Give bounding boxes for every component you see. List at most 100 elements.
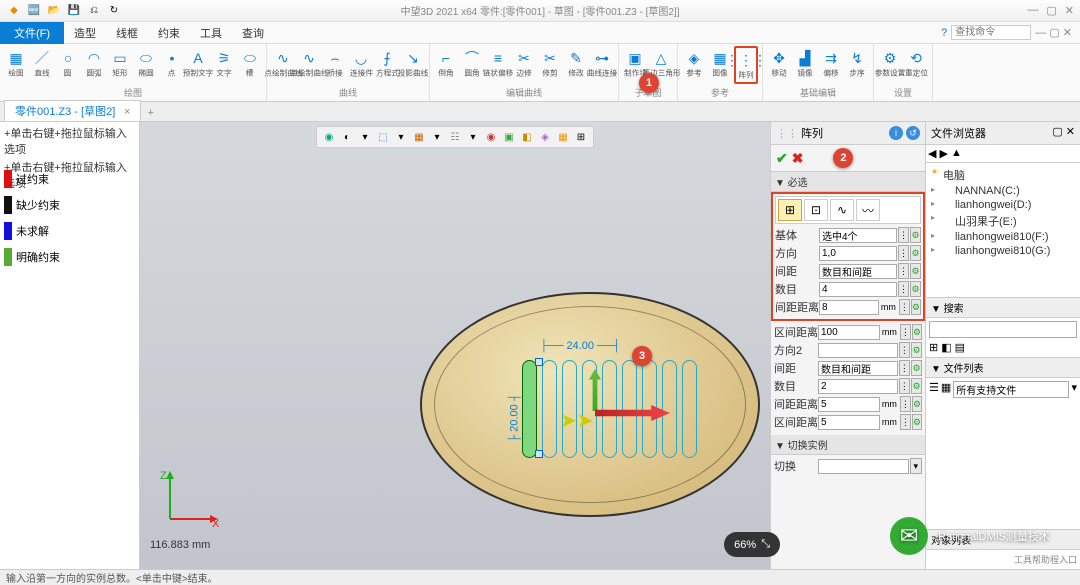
section-instances[interactable]: ▼ 切换实例	[771, 435, 925, 455]
spinner-icon[interactable]: ⋮	[899, 378, 910, 394]
minimize-button[interactable]: —	[1027, 4, 1038, 17]
nav-fwd-icon[interactable]: ▶	[939, 147, 947, 160]
spinner-icon[interactable]: ⋮	[898, 227, 909, 243]
ok-button[interactable]: ✔	[776, 150, 788, 167]
dimension-horizontal[interactable]: ├── 24.00 ──┤	[540, 340, 620, 352]
spinner-icon[interactable]: ⋮	[899, 342, 910, 358]
help-icon[interactable]: ?	[941, 27, 947, 39]
grip-icon[interactable]: ⋮⋮	[776, 127, 798, 140]
slot-instance[interactable]	[682, 360, 697, 458]
close-button[interactable]: ✕	[1065, 4, 1074, 17]
field-区间距离[interactable]	[818, 415, 880, 430]
qat-new2[interactable]: 🆕	[26, 3, 42, 19]
dropdown-icon[interactable]: ▾	[910, 458, 922, 474]
file-menu[interactable]: 文件(F)	[0, 22, 64, 44]
direction-arrow-y[interactable]: ➤➤	[560, 408, 594, 433]
vp-tool[interactable]: ▣	[501, 129, 517, 145]
ribbon-阵列[interactable]: ⋮⋮⋮阵列	[734, 46, 758, 84]
add-tab-icon[interactable]: +	[141, 105, 159, 121]
search-input[interactable]	[929, 321, 1077, 338]
slot-pattern[interactable]	[522, 354, 722, 464]
qat-redo[interactable]: ↻	[106, 3, 122, 19]
ribbon-倒角[interactable]: ⌐倒角	[434, 46, 458, 84]
field-基体[interactable]	[819, 228, 897, 243]
nav-up-icon[interactable]: ▲	[951, 147, 962, 160]
tree-row[interactable]: +单击右键+拖拉鼠标输入选项	[2, 124, 137, 158]
tab-inquiry[interactable]: 查询	[232, 22, 274, 44]
ribbon-文字[interactable]: ⚞文字	[212, 46, 236, 84]
ribbon-矩形[interactable]: ▭矩形	[108, 46, 132, 84]
ribbon-修改[interactable]: ✎修改	[564, 46, 588, 84]
dropdown-icon[interactable]: ⚙	[912, 396, 922, 412]
folder-node[interactable]: NANNAN(C:)	[929, 184, 1077, 198]
close-tab-icon[interactable]: ×	[124, 106, 130, 118]
search-opt-icon[interactable]: ⊞	[929, 341, 938, 354]
search-section[interactable]: ▼ 搜索	[926, 297, 1080, 318]
vp-tool[interactable]: ◈	[537, 129, 553, 145]
dropdown-icon[interactable]: ⚙	[910, 263, 921, 279]
tree-root[interactable]: 电脑	[929, 166, 1077, 184]
vp-tool[interactable]: ⬚	[375, 129, 391, 145]
field-方向[interactable]	[819, 246, 897, 261]
field-间距[interactable]	[819, 264, 897, 279]
field-方向2[interactable]	[818, 343, 898, 358]
dropdown-icon[interactable]: ▾	[1071, 381, 1077, 398]
slot-instance[interactable]	[542, 360, 557, 458]
filelist-section[interactable]: ▼ 文件列表	[926, 357, 1080, 378]
qat-save[interactable]: 💾	[66, 3, 82, 19]
spinner-icon[interactable]: ⋮	[900, 324, 911, 340]
document-tab[interactable]: 零件001.Z3 - [草图2] ×	[4, 100, 141, 121]
window-min2[interactable]: — ▢ ✕	[1035, 26, 1072, 39]
vp-tool[interactable]: ◧	[519, 129, 535, 145]
file-filter[interactable]	[953, 381, 1069, 398]
vp-tool[interactable]: ◉	[321, 129, 337, 145]
search-opt-icon[interactable]: ◧	[941, 341, 951, 354]
tab-modeling[interactable]: 造型	[64, 22, 106, 44]
vp-tool[interactable]: ▾	[465, 129, 481, 145]
field-数目[interactable]	[818, 379, 898, 394]
tab-tools[interactable]: 工具	[190, 22, 232, 44]
maximize-button[interactable]: ▢	[1046, 4, 1056, 17]
spinner-icon[interactable]: ⋮	[898, 263, 909, 279]
vp-tool[interactable]: ◉	[483, 129, 499, 145]
dropdown-icon[interactable]: ⚙	[911, 342, 922, 358]
sketch-handle[interactable]	[535, 358, 543, 366]
ribbon-槽[interactable]: ⬭槽	[238, 46, 262, 84]
grid-icon[interactable]: ▦	[941, 381, 951, 398]
panel-controls[interactable]: ▢ ✕	[1052, 125, 1075, 141]
ribbon-偏移[interactable]: ⇉偏移	[819, 46, 843, 84]
field-间距[interactable]	[818, 361, 898, 376]
list-icon[interactable]: ☰	[929, 381, 939, 398]
dimension-vertical[interactable]: ├ 20.00 ┤	[509, 393, 521, 442]
ribbon-曲线连接[interactable]: ⊶曲线连接	[590, 46, 614, 84]
dropdown-icon[interactable]: ⚙	[912, 414, 922, 430]
toggle-input[interactable]	[818, 459, 909, 474]
vp-tool[interactable]: ☷	[447, 129, 463, 145]
spinner-icon[interactable]: ⋮	[898, 245, 909, 261]
spinner-icon[interactable]: ⋮	[900, 414, 911, 430]
vp-tool[interactable]: ▾	[429, 129, 445, 145]
vp-tool[interactable]: ⊞	[573, 129, 589, 145]
ribbon-重定位[interactable]: ⟲重定位	[904, 46, 928, 84]
ribbon-点[interactable]: •点	[160, 46, 184, 84]
search-opt-icon[interactable]: ▤	[955, 341, 965, 354]
ribbon-方程式[interactable]: ⨍方程式	[375, 46, 399, 84]
qat-new[interactable]: ◆	[6, 3, 22, 19]
ribbon-圆弧[interactable]: ◠圆弧	[82, 46, 106, 84]
ribbon-椭圆[interactable]: ⬭椭圆	[134, 46, 158, 84]
spinner-icon[interactable]: ⋮	[898, 281, 909, 297]
spinner-icon[interactable]: ⋮	[900, 396, 911, 412]
qat-undo[interactable]: ⎌	[86, 3, 102, 19]
info-icon[interactable]: i	[889, 126, 903, 140]
ribbon-直线[interactable]: ／直线	[30, 46, 54, 84]
vp-tool[interactable]: ◐	[339, 129, 355, 145]
slot-instance[interactable]	[602, 360, 617, 458]
folder-node[interactable]: lianhongwei810(G:)	[929, 244, 1077, 258]
dropdown-icon[interactable]: ⚙	[910, 281, 921, 297]
ribbon-圆[interactable]: ○圆	[56, 46, 80, 84]
field-数目[interactable]	[819, 282, 897, 297]
spinner-icon[interactable]: ⋮	[899, 299, 910, 315]
spinner-icon[interactable]: ⋮	[899, 360, 910, 376]
nav-back-icon[interactable]: ◀	[928, 147, 936, 160]
ribbon-连接件[interactable]: ◡连接件	[349, 46, 373, 84]
